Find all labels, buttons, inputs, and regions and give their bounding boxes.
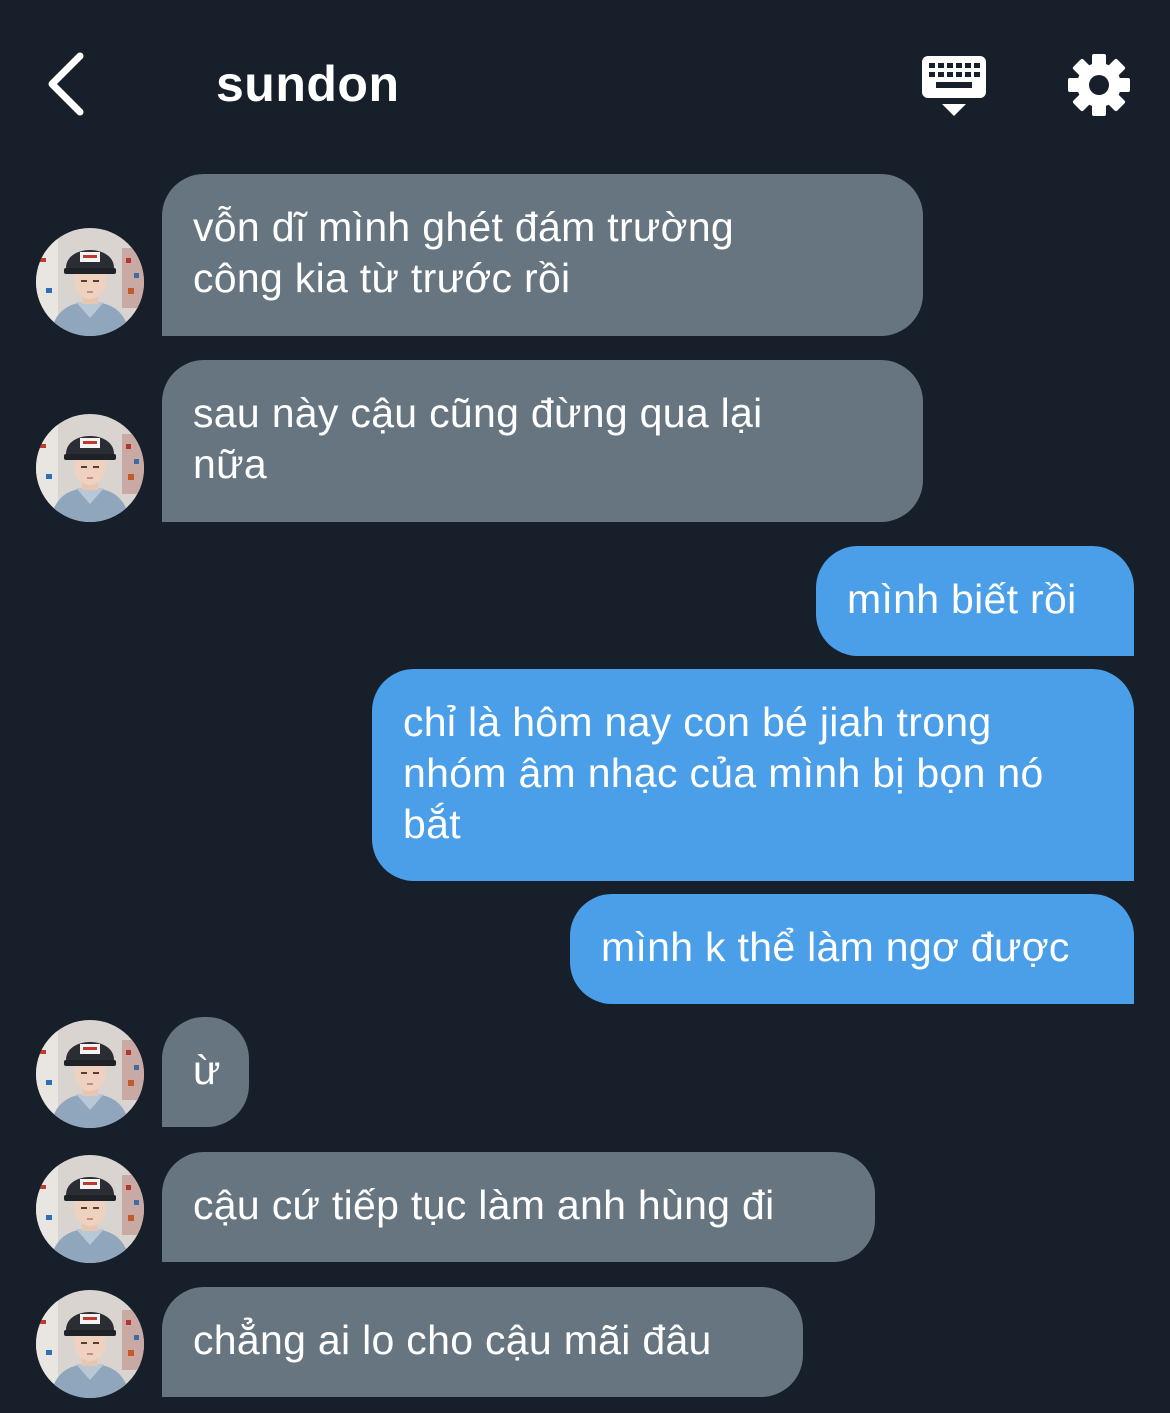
message-line: ừ [193,1047,221,1093]
incoming-message: sau này cậu cũng đừng qua lại nữa [162,360,923,522]
outgoing-message: mình biết rồi [816,546,1134,656]
message-line: cậu cứ tiếp tục làm anh hùng đi [193,1182,775,1228]
message-line: mình biết rồi [847,576,1077,622]
keyboard-icon [922,56,986,116]
gear-icon [1068,54,1130,116]
contact-avatar[interactable] [36,1155,144,1263]
back-button[interactable] [36,48,100,120]
contact-avatar[interactable] [36,1020,144,1128]
message-line: nhóm âm nhạc của mình bị bọn nó [403,750,1044,796]
message-line: bắt [403,801,461,847]
message-line: công kia từ trước rồi [193,255,571,301]
chevron-left-icon [48,52,84,116]
message-line: vỗn dĩ mình ghét đám trường [193,204,735,250]
contact-avatar[interactable] [36,414,144,522]
incoming-message: cậu cứ tiếp tục làm anh hùng đi [162,1152,875,1262]
incoming-message: chẳng ai lo cho cậu mãi đâu [162,1287,803,1397]
keyboard-button[interactable] [918,52,990,120]
message-line: chẳng ai lo cho cậu mãi đâu [193,1317,712,1363]
message-line: sau này cậu cũng đừng qua lại [193,390,763,436]
message-line: nữa [193,441,267,487]
message-line: chỉ là hôm nay con bé jiah trong [403,699,992,745]
incoming-message: ừ [162,1017,249,1127]
message-line: mình k thể làm ngơ được [601,924,1070,970]
contact-avatar[interactable] [36,228,144,336]
outgoing-message: mình k thể làm ngơ được [570,894,1134,1004]
conversation-title: sundon [216,56,400,112]
contact-avatar[interactable] [36,1290,144,1398]
chat-header: sundon [0,0,1170,170]
settings-button[interactable] [1064,50,1134,120]
incoming-message: vỗn dĩ mình ghét đám trường công kia từ … [162,174,923,336]
outgoing-message: chỉ là hôm nay con bé jiah trong nhóm âm… [372,669,1134,881]
